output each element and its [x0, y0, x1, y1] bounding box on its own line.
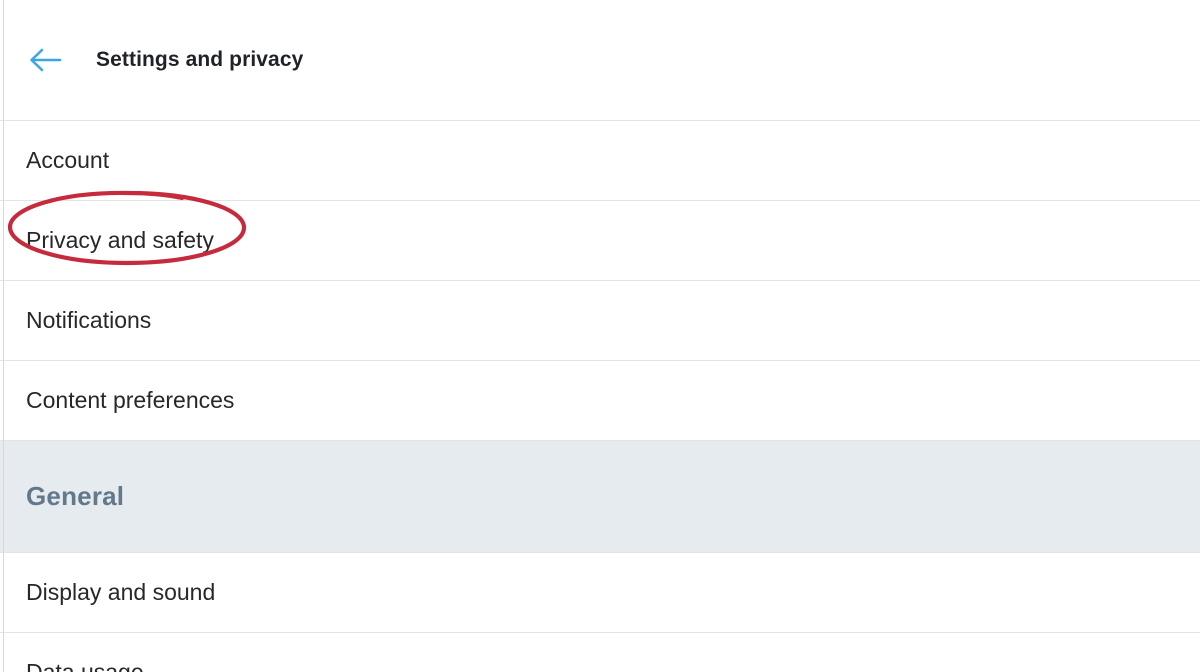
page-title: Settings and privacy [96, 48, 304, 71]
section-header-label: General [26, 481, 125, 511]
list-item-label: Data usage [26, 659, 144, 672]
list-item-notifications[interactable]: Notifications [0, 280, 1200, 360]
back-button[interactable] [16, 31, 74, 89]
list-item-label: Privacy and safety [26, 227, 214, 253]
list-item-content-preferences[interactable]: Content preferences [0, 360, 1200, 440]
list-item-account[interactable]: Account [0, 120, 1200, 200]
settings-list: Account Privacy and safety Notifications… [0, 120, 1200, 672]
list-item-label: Display and sound [26, 579, 216, 605]
arrow-left-icon [28, 45, 62, 75]
window-edge-divider [3, 0, 4, 672]
section-header-general: General [0, 440, 1200, 552]
list-item-privacy-and-safety[interactable]: Privacy and safety [0, 200, 1200, 280]
list-item-label: Account [26, 147, 110, 173]
list-item-label: Notifications [26, 307, 152, 333]
settings-and-privacy-screen: Settings and privacy Account Privacy and… [0, 0, 1200, 672]
app-bar: Settings and privacy [0, 0, 1200, 120]
list-item-label: Content preferences [26, 387, 235, 413]
list-item-data-usage[interactable]: Data usage [0, 632, 1200, 672]
list-item-display-and-sound[interactable]: Display and sound [0, 552, 1200, 632]
